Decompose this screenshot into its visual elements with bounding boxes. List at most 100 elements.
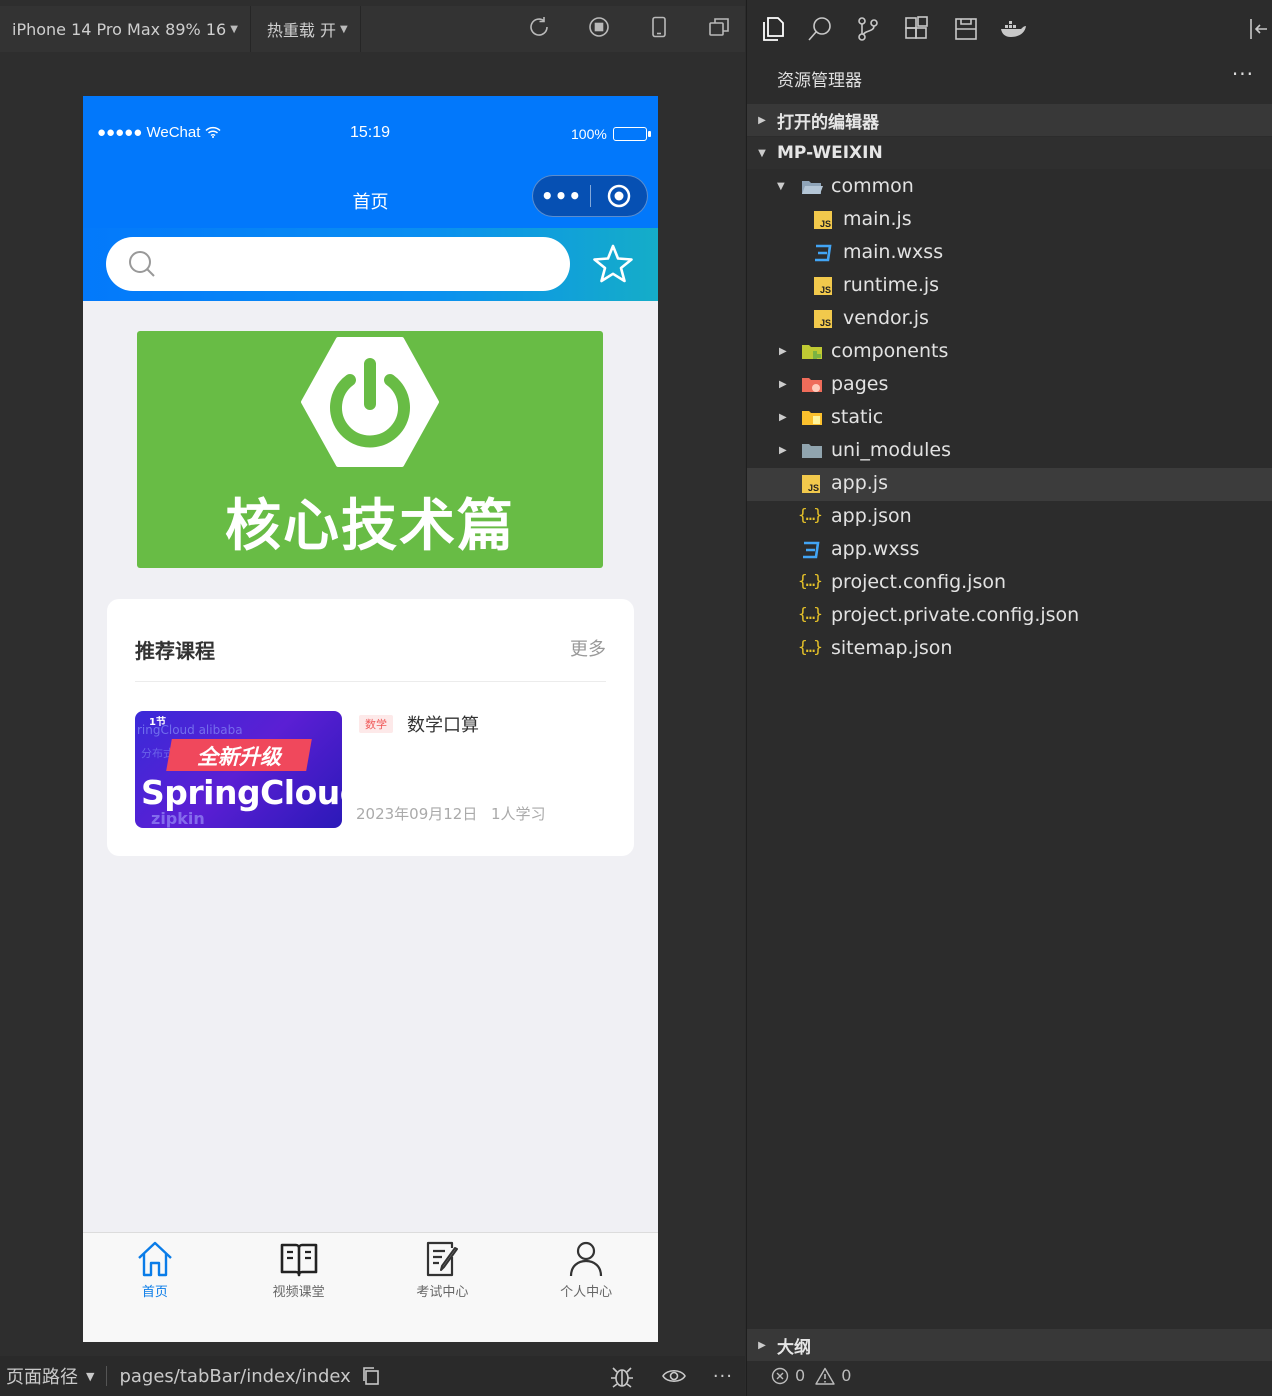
- tree-item-label: app.wxss: [831, 538, 920, 560]
- tree-item-components[interactable]: ▶ components: [747, 336, 1272, 369]
- divider: [106, 1366, 108, 1386]
- tab-profile[interactable]: 个人中心: [514, 1233, 658, 1342]
- tree-item-common[interactable]: ▼ common: [747, 171, 1272, 204]
- thumb-episode: 1节: [149, 717, 166, 728]
- save-icon[interactable]: [953, 16, 979, 46]
- simulator-status-bar: 页面路径 ▼ pages/tabBar/index/index ···: [0, 1356, 745, 1396]
- section-label: 打开的编辑器: [777, 112, 879, 133]
- section-label: MP-WEIXIN: [777, 143, 883, 163]
- phone-screen: ●●●●● WeChat 15:19 100% 首页 ••• 核心技术篇 推荐课…: [83, 96, 658, 1342]
- star-icon[interactable]: [591, 242, 635, 290]
- tree-item-vendor-js[interactable]: JS vendor.js: [747, 303, 1272, 336]
- outline-section[interactable]: ▶ 大纲: [747, 1329, 1272, 1361]
- css-file-icon: [803, 541, 820, 559]
- copy-icon[interactable]: [361, 1366, 381, 1386]
- files-icon[interactable]: [759, 16, 785, 46]
- tab-label: 视频课堂: [272, 1285, 325, 1300]
- phone-icon[interactable]: [647, 15, 671, 43]
- json-file-icon: {…}: [798, 637, 823, 656]
- js-file-icon: JS: [802, 475, 820, 493]
- json-file-icon: {…}: [798, 505, 823, 524]
- json-file-icon: {…}: [798, 571, 823, 590]
- tree-item-project-config[interactable]: {…} project.config.json: [747, 567, 1272, 600]
- tree-item-label: project.private.config.json: [831, 604, 1080, 626]
- page-path-label: 页面路径: [6, 1367, 78, 1388]
- folder-open-icon: [802, 181, 823, 194]
- tree-item-label: common: [831, 175, 914, 197]
- device-select[interactable]: iPhone 14 Pro Max 89% 16 ▼: [0, 6, 251, 52]
- error-icon: [771, 1367, 789, 1384]
- tree-item-uni-modules[interactable]: ▶ uni_modules: [747, 435, 1272, 468]
- folder-icon: [802, 444, 822, 458]
- tree-item-app-json[interactable]: {…} app.json: [747, 501, 1272, 534]
- tree-item-runtime-js[interactable]: JS runtime.js: [747, 270, 1272, 303]
- course-name[interactable]: 数学口算: [407, 711, 479, 737]
- chevron-down-icon: ▼: [86, 1369, 95, 1383]
- chevron-down-icon: ▼: [758, 147, 766, 159]
- more-options-icon[interactable]: ···: [713, 1366, 733, 1387]
- tree-item-app-js[interactable]: JS app.js: [747, 468, 1272, 501]
- explorer-title: 资源管理器: [777, 71, 862, 91]
- tree-item-label: sitemap.json: [831, 637, 953, 659]
- js-file-icon: JS: [814, 277, 832, 295]
- tab-home[interactable]: 首页: [83, 1233, 227, 1342]
- search-input[interactable]: [106, 237, 570, 291]
- battery-percent: 100%: [571, 126, 607, 142]
- home-icon: [138, 1241, 172, 1277]
- tree-item-sitemap[interactable]: {…} sitemap.json: [747, 633, 1272, 666]
- course-thumbnail[interactable]: ringCloud alibaba 分布式 1节 全新升级 SpringClou…: [135, 711, 342, 828]
- divider: [135, 681, 606, 682]
- debug-icon[interactable]: [609, 1363, 635, 1389]
- hot-reload-label: 热重载 开: [266, 21, 336, 40]
- js-file-icon: JS: [814, 211, 832, 229]
- tree-item-static[interactable]: ▶ static: [747, 402, 1272, 435]
- css-file-icon: [815, 244, 832, 262]
- spring-power-logo-icon: [301, 337, 439, 467]
- hot-reload-select[interactable]: 热重载 开 ▼: [251, 6, 361, 52]
- tree-item-main-wxss[interactable]: main.wxss: [747, 237, 1272, 270]
- close-program-icon[interactable]: [591, 183, 647, 209]
- person-icon: [570, 1241, 603, 1277]
- warning-icon: [815, 1367, 835, 1385]
- stop-icon[interactable]: [587, 15, 611, 43]
- tree-item-app-wxss[interactable]: app.wxss: [747, 534, 1272, 567]
- chevron-down-icon: ▼: [230, 23, 238, 35]
- tree-item-pages[interactable]: ▶ pages: [747, 369, 1272, 402]
- banner-title: 核心技术篇: [225, 494, 515, 559]
- more-options-icon[interactable]: •••: [533, 184, 590, 208]
- tree-item-project-private-config[interactable]: {…} project.private.config.json: [747, 600, 1272, 633]
- page-path-select[interactable]: 页面路径 ▼: [0, 1363, 94, 1389]
- tab-bar: 首页 视频课堂 考试中心 个人中心: [83, 1232, 658, 1342]
- search-icon[interactable]: [807, 16, 833, 46]
- pages-folder-icon: [802, 378, 822, 392]
- banner-image[interactable]: 核心技术篇: [137, 331, 603, 568]
- battery-status: 100%: [571, 126, 651, 142]
- detach-window-icon[interactable]: [707, 15, 731, 43]
- more-options-icon[interactable]: ···: [1232, 62, 1254, 86]
- tree-item-label: uni_modules: [831, 439, 951, 461]
- chevron-right-icon: ▶: [758, 114, 766, 126]
- refresh-icon[interactable]: [527, 15, 551, 43]
- collapse-panel-icon[interactable]: [1247, 16, 1271, 46]
- problems-indicator[interactable]: 0 0: [771, 1366, 851, 1385]
- search-icon: [129, 251, 155, 277]
- tab-video[interactable]: 视频课堂: [227, 1233, 371, 1342]
- open-editors-section[interactable]: ▶ 打开的编辑器: [747, 104, 1272, 136]
- docker-icon[interactable]: [999, 16, 1027, 46]
- extensions-icon[interactable]: [903, 16, 929, 46]
- chevron-right-icon: ▶: [779, 379, 787, 390]
- tab-exam[interactable]: 考试中心: [371, 1233, 515, 1342]
- chevron-down-icon: ▼: [339, 23, 348, 35]
- tab-label: 首页: [141, 1285, 168, 1300]
- source-control-icon[interactable]: [855, 16, 881, 46]
- course-learners: 1人学习: [491, 805, 546, 823]
- tree-item-label: components: [831, 340, 949, 362]
- eye-icon[interactable]: [661, 1366, 687, 1386]
- tree-item-label: pages: [831, 373, 889, 395]
- project-section[interactable]: ▼ MP-WEIXIN: [747, 137, 1272, 169]
- components-folder-icon: [802, 345, 822, 359]
- explorer-panel: 资源管理器 ··· ▶ 打开的编辑器 ▼ MP-WEIXIN ▼ common …: [746, 0, 1272, 1396]
- tree-item-main-js[interactable]: JS main.js: [747, 204, 1272, 237]
- more-link[interactable]: 更多: [570, 635, 606, 661]
- tree-item-label: main.wxss: [843, 241, 944, 263]
